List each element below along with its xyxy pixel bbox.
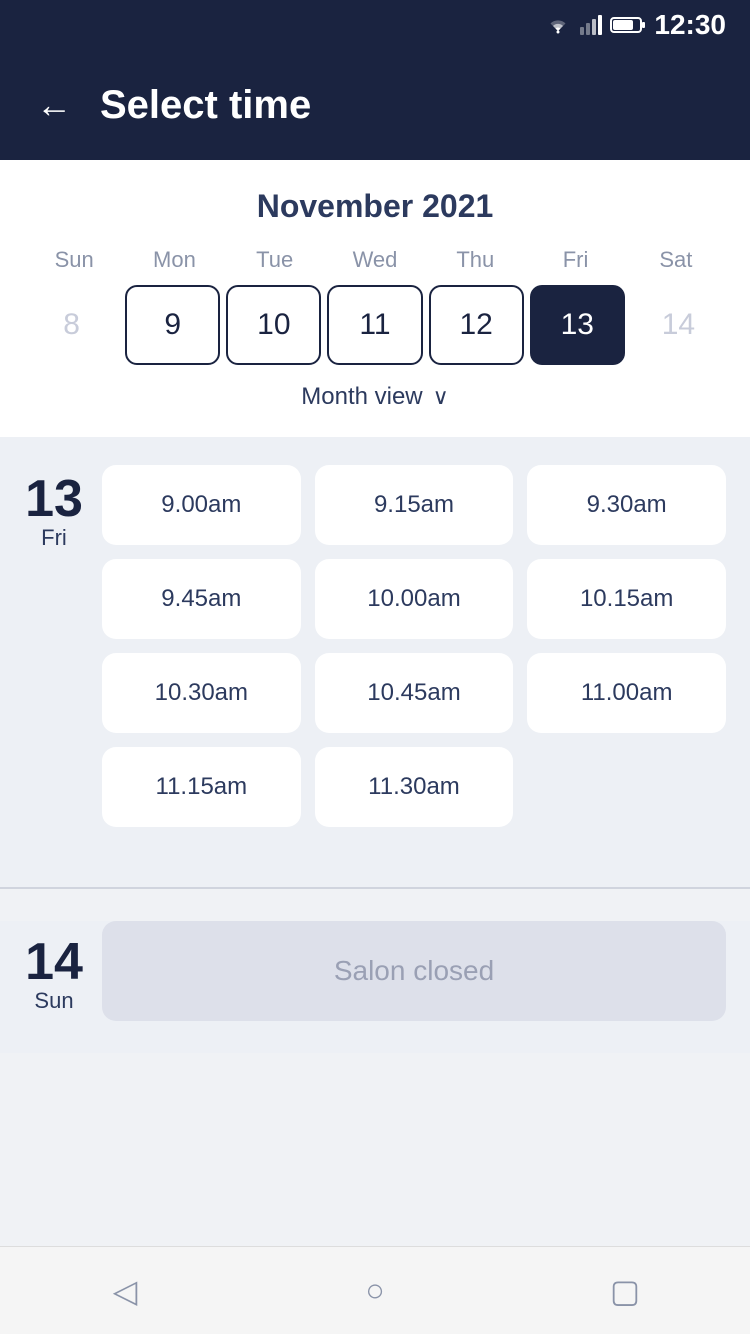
closed-day-section-14: 14 Sun Salon closed	[0, 921, 750, 1053]
status-bar: 12:30	[0, 0, 750, 50]
time-slots-section-13: 13 Fri 9.00am 9.15am 9.30am 9.45am 10.00…	[0, 437, 750, 887]
weekday-sat: Sat	[626, 247, 726, 273]
day-14-row: 14 Sun Salon closed	[24, 921, 726, 1021]
date-cell-13[interactable]: 13	[530, 285, 625, 365]
slot-945am[interactable]: 9.45am	[102, 559, 301, 639]
app-header: ← Select time	[0, 50, 750, 160]
day-14-name: Sun	[34, 988, 73, 1014]
day-14-number: 14	[25, 936, 83, 988]
nav-home-button[interactable]: ○	[345, 1261, 405, 1321]
month-year-label: November 2021	[24, 188, 726, 225]
day-13-slots: 13 Fri 9.00am 9.15am 9.30am 9.45am 10.00…	[24, 465, 726, 827]
slot-1115am[interactable]: 11.15am	[102, 747, 301, 827]
date-cell-11[interactable]: 11	[327, 285, 422, 365]
calendar-section: November 2021 Sun Mon Tue Wed Thu Fri Sa…	[0, 160, 750, 437]
recent-nav-icon: ▢	[610, 1272, 640, 1310]
slot-1030am[interactable]: 10.30am	[102, 653, 301, 733]
signal-icon	[580, 15, 602, 35]
nav-recent-button[interactable]: ▢	[595, 1261, 655, 1321]
slot-1100am[interactable]: 11.00am	[527, 653, 726, 733]
slot-915am[interactable]: 9.15am	[315, 465, 514, 545]
status-time: 12:30	[654, 9, 726, 41]
slots-grid-13: 9.00am 9.15am 9.30am 9.45am 10.00am 10.1…	[102, 465, 726, 827]
back-button[interactable]: ←	[36, 84, 72, 126]
weekday-mon: Mon	[124, 247, 224, 273]
slot-1130am[interactable]: 11.30am	[315, 747, 514, 827]
chevron-down-icon: ∨	[433, 384, 449, 410]
salon-closed-label: Salon closed	[102, 921, 726, 1021]
weekday-tue: Tue	[225, 247, 325, 273]
nav-back-button[interactable]: ◁	[95, 1261, 155, 1321]
slot-1045am[interactable]: 10.45am	[315, 653, 514, 733]
day-13-number: 13	[25, 473, 83, 525]
status-icons: 12:30	[544, 9, 726, 41]
slot-1015am[interactable]: 10.15am	[527, 559, 726, 639]
month-view-toggle[interactable]: Month view ∨	[24, 365, 726, 417]
day-13-label: 13 Fri	[24, 465, 84, 827]
day-13-name: Fri	[41, 525, 67, 551]
slot-930am[interactable]: 9.30am	[527, 465, 726, 545]
weekday-wed: Wed	[325, 247, 425, 273]
date-row: 8 9 10 11 12 13 14	[24, 285, 726, 365]
wifi-icon	[544, 15, 572, 35]
bottom-nav: ◁ ○ ▢	[0, 1246, 750, 1334]
weekday-row: Sun Mon Tue Wed Thu Fri Sat	[24, 247, 726, 273]
weekday-sun: Sun	[24, 247, 124, 273]
month-view-label: Month view	[301, 383, 422, 411]
weekday-thu: Thu	[425, 247, 525, 273]
day-14-label: 14 Sun	[24, 928, 84, 1014]
page-title: Select time	[100, 83, 311, 128]
date-cell-12[interactable]: 12	[429, 285, 524, 365]
slot-1000am[interactable]: 10.00am	[315, 559, 514, 639]
section-divider	[0, 887, 750, 889]
date-cell-9[interactable]: 9	[125, 285, 220, 365]
date-cell-14: 14	[631, 285, 726, 365]
date-cell-10[interactable]: 10	[226, 285, 321, 365]
battery-icon	[610, 15, 646, 35]
date-cell-8: 8	[24, 285, 119, 365]
back-nav-icon: ◁	[113, 1272, 138, 1310]
home-nav-icon: ○	[365, 1272, 384, 1309]
weekday-fri: Fri	[525, 247, 625, 273]
slot-900am[interactable]: 9.00am	[102, 465, 301, 545]
